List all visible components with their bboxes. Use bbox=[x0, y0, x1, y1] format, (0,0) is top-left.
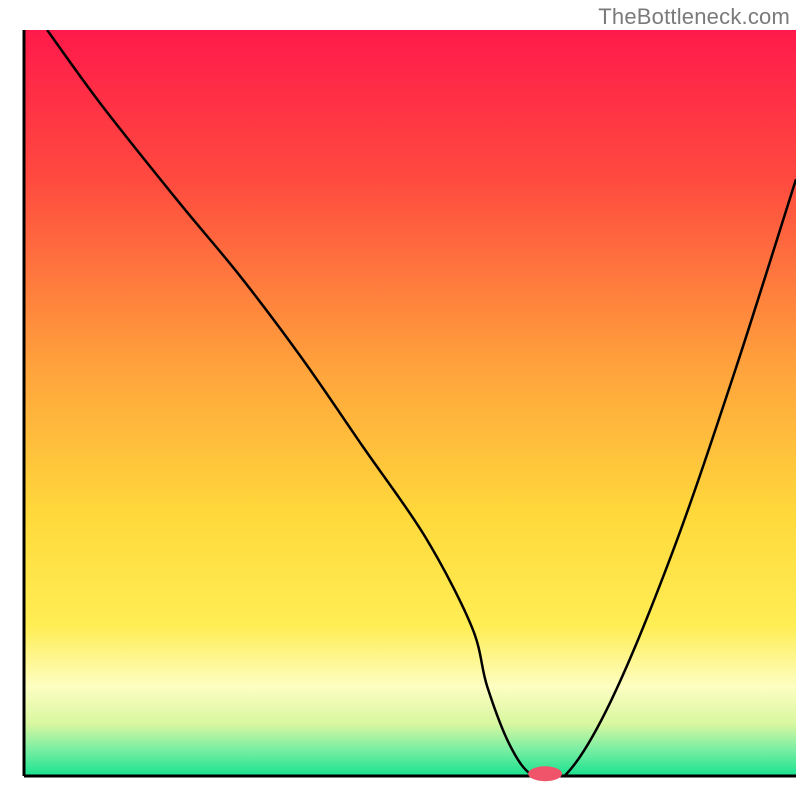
chart-svg bbox=[0, 0, 800, 800]
optimal-marker bbox=[528, 766, 562, 781]
chart-stage: TheBottleneck.com bbox=[0, 0, 800, 800]
gradient-background bbox=[24, 30, 796, 776]
watermark-text: TheBottleneck.com bbox=[598, 4, 790, 30]
